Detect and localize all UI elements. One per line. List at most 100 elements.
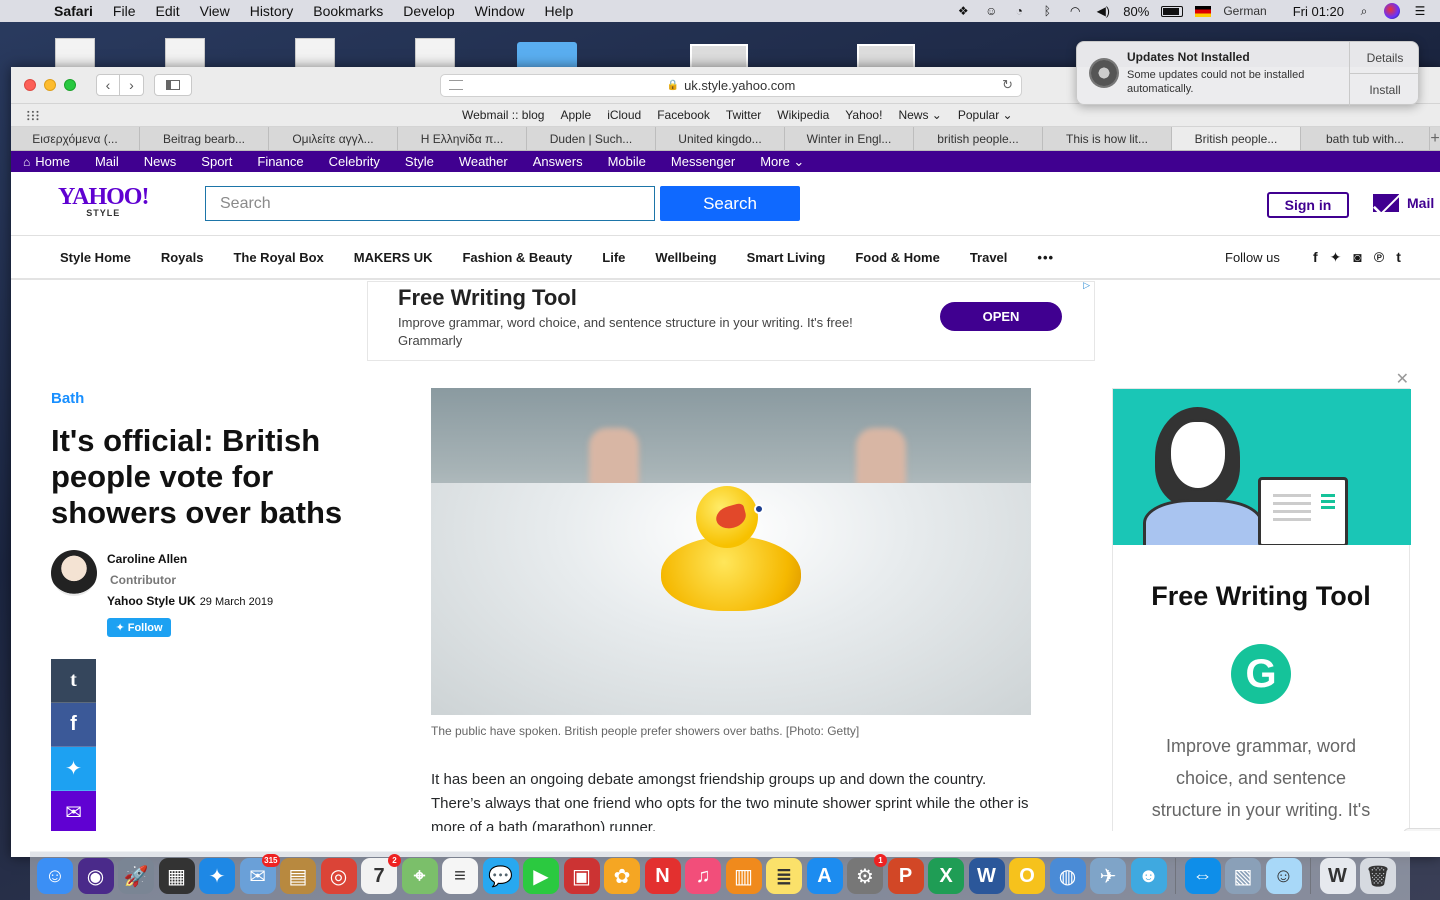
pinterest-icon[interactable]: ℗: [1374, 249, 1384, 266]
siri-icon[interactable]: ◉: [77, 858, 114, 894]
tab[interactable]: bath tub with...: [1301, 127, 1430, 150]
minimize-window-button[interactable]: [44, 79, 56, 91]
outlook-icon[interactable]: O: [1009, 858, 1045, 894]
news-icon[interactable]: N: [644, 858, 681, 894]
menu-history[interactable]: History: [250, 3, 294, 19]
close-ad-icon[interactable]: ✕: [1396, 369, 1409, 389]
tab[interactable]: Ομιλείτε αγγλ...: [269, 127, 398, 150]
favorite-link[interactable]: Wikipedia: [777, 108, 829, 122]
finder-icon[interactable]: ☺: [37, 858, 73, 894]
reader-view-icon[interactable]: [449, 80, 463, 90]
word-icon[interactable]: W: [968, 858, 1005, 894]
fullscreen-window-button[interactable]: [64, 79, 76, 91]
contacts-group-icon[interactable]: ☻: [1130, 858, 1167, 894]
favorite-link[interactable]: News ⌄: [898, 108, 941, 122]
twitter-icon[interactable]: ✦: [1330, 249, 1342, 266]
tumblr-icon[interactable]: t: [1396, 249, 1401, 266]
yahoo-nav-item[interactable]: More ⌄: [760, 154, 804, 170]
spotlight-search-icon[interactable]: ⌕: [1356, 3, 1372, 19]
facetime-icon[interactable]: ▶: [523, 858, 559, 894]
yahoo-nav-item[interactable]: Answers: [533, 154, 583, 169]
yahoo-nav-item[interactable]: Messenger: [671, 154, 735, 169]
notification-details-button[interactable]: Details: [1350, 42, 1420, 74]
ad-open-button[interactable]: OPEN: [940, 302, 1062, 331]
category-link[interactable]: Wellbeing: [655, 250, 716, 265]
notification-install-button[interactable]: Install: [1350, 74, 1420, 106]
yahoo-nav-item[interactable]: Weather: [459, 154, 508, 169]
excel-icon[interactable]: X: [928, 858, 964, 894]
share-facebook-icon[interactable]: f: [51, 703, 96, 747]
network-icon[interactable]: ◍: [1049, 858, 1086, 894]
tab[interactable]: Winter in Engl...: [785, 127, 914, 150]
favorite-link[interactable]: Webmail :: blog: [462, 108, 544, 122]
apple-menu-icon[interactable]: [20, 3, 36, 19]
tab[interactable]: United kingdo...: [656, 127, 785, 150]
favorite-link[interactable]: Facebook: [657, 108, 710, 122]
input-language[interactable]: German: [1223, 4, 1266, 18]
teamviewer-icon[interactable]: ⇔: [1184, 858, 1221, 894]
tab[interactable]: Beitrag bearb...: [140, 127, 269, 150]
word-document-icon[interactable]: W: [1319, 858, 1356, 894]
category-link[interactable]: Style Home: [60, 250, 131, 265]
notification-center-icon[interactable]: ☰: [1412, 3, 1428, 19]
facebook-icon[interactable]: f: [1313, 249, 1318, 266]
image-capture-icon[interactable]: ✈: [1090, 858, 1126, 894]
chrome-icon[interactable]: ◎: [320, 858, 357, 894]
menu-window[interactable]: Window: [475, 3, 525, 19]
favorite-link[interactable]: Yahoo!: [845, 108, 882, 122]
siri-icon[interactable]: [1384, 3, 1400, 19]
more-categories-icon[interactable]: •••: [1037, 250, 1054, 265]
category-link[interactable]: MAKERS UK: [354, 250, 433, 265]
battery-percent[interactable]: 80%: [1123, 4, 1149, 19]
menu-edit[interactable]: Edit: [155, 3, 179, 19]
forward-button[interactable]: ›: [120, 74, 144, 96]
twitter-follow-button[interactable]: ✦ Follow: [107, 618, 171, 637]
yahoo-nav-item[interactable]: Sport: [201, 154, 232, 169]
category-link[interactable]: Travel: [970, 250, 1008, 265]
system-preferences-icon[interactable]: ⚙ 1: [847, 854, 887, 894]
calendar-icon[interactable]: 72: [361, 854, 401, 894]
messages-icon[interactable]: 💬: [482, 858, 519, 894]
tab[interactable]: Η Ελληνίδα π...: [398, 127, 527, 150]
itunes-icon[interactable]: ♫: [685, 858, 721, 894]
author-avatar[interactable]: [51, 550, 97, 596]
yahoo-nav-item[interactable]: Mail: [95, 154, 119, 169]
maps-icon[interactable]: ⌖: [401, 858, 438, 894]
new-tab-icon[interactable]: +: [1430, 127, 1440, 150]
mail-link[interactable]: Mail: [1373, 194, 1434, 212]
category-link[interactable]: Smart Living: [747, 250, 826, 265]
tab[interactable]: Duden | Such...: [527, 127, 656, 150]
volume-icon[interactable]: ◀): [1095, 3, 1111, 19]
page-edge-widget[interactable]: [1403, 828, 1440, 831]
menu-help[interactable]: Help: [544, 3, 573, 19]
yahoo-nav-item[interactable]: Style: [405, 154, 434, 169]
menu-file[interactable]: File: [113, 3, 136, 19]
status-face-icon[interactable]: ☺: [983, 3, 999, 19]
yahoo-style-logo[interactable]: YAHOO! STYLE: [58, 184, 149, 218]
article-category[interactable]: Bath: [51, 390, 84, 407]
photos-icon[interactable]: ✿: [604, 858, 640, 894]
notefile-icon[interactable]: ▤: [280, 858, 316, 894]
share-tumblr-icon[interactable]: t: [51, 659, 96, 703]
time-machine-icon[interactable]: ◔: [1011, 3, 1027, 19]
launchpad-icon[interactable]: 🚀: [118, 858, 154, 894]
sign-in-button[interactable]: Sign in: [1267, 192, 1349, 218]
tab[interactable]: Εισερχόμενα (...: [11, 127, 140, 150]
home-icon[interactable]: ⌂: [23, 155, 30, 169]
trash-icon[interactable]: 🗑: [1360, 858, 1396, 894]
wifi-icon[interactable]: ◠: [1067, 3, 1083, 19]
category-link[interactable]: Food & Home: [855, 250, 940, 265]
german-flag-icon[interactable]: [1195, 5, 1212, 17]
preview-icon[interactable]: ▧: [1225, 858, 1261, 894]
books-icon[interactable]: ▥: [725, 858, 762, 894]
yahoo-nav-item[interactable]: Finance: [257, 154, 303, 169]
search-input[interactable]: Search: [205, 186, 655, 221]
mail-icon[interactable]: ✉ 315: [239, 854, 280, 894]
back-button[interactable]: ‹: [96, 74, 120, 96]
category-link[interactable]: Fashion & Beauty: [462, 250, 572, 265]
update-notification[interactable]: Updates Not Installed Some updates could…: [1076, 41, 1420, 106]
close-window-button[interactable]: [24, 79, 36, 91]
category-link[interactable]: The Royal Box: [233, 250, 323, 265]
yahoo-nav-item[interactable]: News: [144, 154, 177, 169]
side-ad[interactable]: ✕ ▷ Free Writing Tool G Improve grammar,…: [1112, 371, 1411, 831]
